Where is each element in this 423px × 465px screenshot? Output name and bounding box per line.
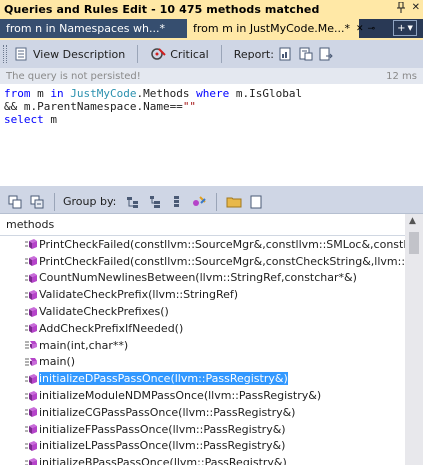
new-tab-button[interactable]: + ▼: [393, 20, 417, 36]
query-line-1: from m in JustMyCode.Methods where m.IsG…: [4, 87, 303, 100]
report-list-icon[interactable]: [298, 46, 314, 62]
scroll-up-icon[interactable]: ▲: [409, 216, 416, 226]
tab-label: from m in JustMyCode.Me...*: [193, 22, 350, 35]
table-row[interactable]: initializeModuleNDMPassOnce(llvm::PassRe…: [0, 387, 405, 404]
method-icon: [25, 289, 37, 301]
table-row[interactable]: initializeDPassPassOnce(llvm::PassRegist…: [0, 370, 405, 387]
expand-all-icon[interactable]: [4, 192, 26, 212]
table-row[interactable]: main(): [0, 354, 405, 371]
persist-warning: The query is not persisted!: [6, 70, 141, 82]
group-by-type-icon[interactable]: [166, 192, 188, 212]
method-icon: [25, 423, 37, 435]
method-icon: [25, 457, 37, 465]
method-name: ValidateCheckPrefixes(): [39, 305, 169, 319]
table-row[interactable]: PrintCheckFailed(constllvm::SourceMgr&,c…: [0, 236, 405, 253]
main-method-icon: [25, 339, 37, 351]
tab-bar: from n in Namespaces wh...* from m in Ju…: [0, 19, 423, 38]
method-icon: [25, 322, 37, 334]
method-icon: [25, 272, 37, 284]
group-by-label: Group by:: [63, 195, 117, 208]
query-editor[interactable]: from m in JustMyCode.Methods where m.IsG…: [0, 84, 423, 186]
method-name: initializeCGPassPassOnce(llvm::PassRegis…: [39, 405, 296, 419]
view-description-button[interactable]: View Description: [7, 46, 131, 62]
tab-justmycode-query[interactable]: from m in JustMyCode.Me...* ✕ ⊸: [187, 19, 375, 38]
method-name: ValidateCheckPrefix(llvm::StringRef): [39, 288, 239, 302]
table-row[interactable]: PrintCheckFailed(constllvm::SourceMgr&,c…: [0, 253, 405, 270]
folder-icon[interactable]: [223, 192, 245, 212]
query-line-3: select m: [4, 113, 57, 126]
document-icon: [13, 46, 29, 62]
methods-column-header[interactable]: methods: [0, 214, 405, 236]
method-name: initializeDPassPassOnce(llvm::PassRegist…: [39, 372, 288, 386]
column-header-label: methods: [6, 218, 55, 231]
chevron-down-icon: ▼: [407, 24, 413, 32]
method-icon: [25, 306, 37, 318]
vertical-scrollbar[interactable]: ▲: [405, 214, 423, 465]
table-row[interactable]: main(int,char**): [0, 337, 405, 354]
pin-icon[interactable]: [396, 1, 406, 16]
table-row[interactable]: initializeCGPassPassOnce(llvm::PassRegis…: [0, 404, 405, 421]
method-icon: [25, 255, 37, 267]
toolbar-separator: [137, 45, 139, 63]
window-title: Queries and Rules Edit - 10 475 methods …: [4, 3, 320, 16]
query-duration: 12 ms: [386, 70, 417, 82]
view-description-label: View Description: [33, 47, 126, 61]
group-by-member-icon[interactable]: [188, 192, 210, 212]
report-export-icon[interactable]: [318, 46, 334, 62]
method-icon: [25, 238, 37, 250]
query-line-2: && m.ParentNamespace.Name=="": [4, 100, 197, 113]
method-name: CountNumNewlinesBetween(llvm::StringRef,…: [39, 271, 357, 285]
method-name: PrintCheckFailed(constllvm::SourceMgr&,c…: [39, 237, 405, 251]
critical-rule-icon: [150, 46, 166, 62]
method-icon: [25, 390, 37, 402]
toolbar-separator: [220, 45, 222, 63]
results-toolbar: Group by:: [0, 190, 423, 214]
collapse-all-icon[interactable]: [26, 192, 48, 212]
title-bar: Queries and Rules Edit - 10 475 methods …: [0, 0, 423, 19]
group-by-assembly-icon[interactable]: [122, 192, 144, 212]
method-name: initializeModuleNDMPassOnce(llvm::PassRe…: [39, 389, 322, 403]
table-row[interactable]: initializeBPassPassOnce(llvm::PassRegist…: [0, 454, 405, 465]
method-name: main(): [39, 355, 76, 369]
results-rows: PrintCheckFailed(constllvm::SourceMgr&,c…: [0, 236, 405, 465]
method-name: PrintCheckFailed(constllvm::SourceMgr&,c…: [39, 254, 405, 268]
method-icon: [25, 440, 37, 452]
method-name: initializeBPassPassOnce(llvm::PassRegist…: [39, 456, 287, 465]
report-label: Report:: [233, 47, 274, 61]
tab-label: from n in Namespaces wh...*: [6, 22, 165, 35]
group-by-namespace-icon[interactable]: [144, 192, 166, 212]
close-icon[interactable]: ✕: [412, 2, 420, 16]
report-chart-icon[interactable]: [278, 46, 294, 62]
query-status-line: The query is not persisted! 12 ms: [0, 68, 423, 84]
file-icon[interactable]: [245, 192, 267, 212]
add-icon: +: [397, 22, 406, 34]
table-row[interactable]: initializeLPassPassOnce(llvm::PassRegist…: [0, 438, 405, 455]
report-label-container: Report:: [228, 48, 276, 61]
scrollbar-thumb[interactable]: [409, 232, 419, 254]
table-row[interactable]: CountNumNewlinesBetween(llvm::StringRef,…: [0, 270, 405, 287]
table-row[interactable]: ValidateCheckPrefix(llvm::StringRef): [0, 286, 405, 303]
table-row[interactable]: AddCheckPrefixIfNeeded(): [0, 320, 405, 337]
method-name: AddCheckPrefixIfNeeded(): [39, 321, 184, 335]
critical-button[interactable]: Critical: [144, 46, 214, 62]
main-method-icon: [25, 356, 37, 368]
results-grid: methods PrintCheckFailed(constllvm::Sour…: [0, 214, 423, 465]
table-row[interactable]: ValidateCheckPrefixes(): [0, 303, 405, 320]
tab-pin-icon[interactable]: ⊸: [368, 24, 376, 34]
method-name: main(int,char**): [39, 338, 129, 352]
method-name: initializeLPassPassOnce(llvm::PassRegist…: [39, 439, 286, 453]
tab-namespaces-query[interactable]: from n in Namespaces wh...*: [0, 19, 187, 38]
method-icon: [25, 406, 37, 418]
table-row[interactable]: initializeFPassPassOnce(llvm::PassRegist…: [0, 421, 405, 438]
toolbar-separator: [54, 192, 55, 211]
tab-close-icon[interactable]: ✕: [356, 24, 364, 34]
critical-label: Critical: [170, 47, 209, 61]
toolbar-separator: [216, 192, 218, 211]
query-toolbar: View Description Critical Report:: [0, 38, 423, 68]
method-name: initializeFPassPassOnce(llvm::PassRegist…: [39, 422, 286, 436]
method-icon: [25, 373, 37, 385]
